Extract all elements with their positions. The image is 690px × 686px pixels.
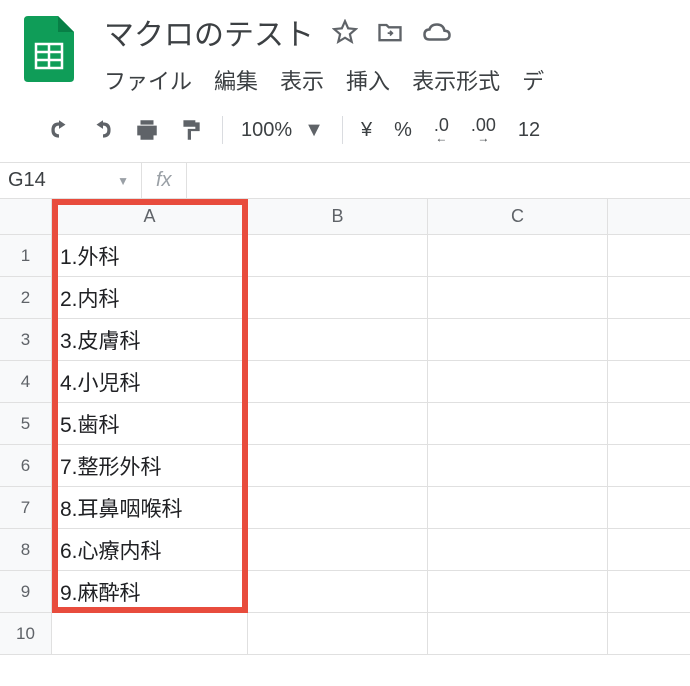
cell[interactable] xyxy=(428,403,608,444)
cell[interactable] xyxy=(52,613,248,654)
cell[interactable] xyxy=(428,529,608,570)
grid-row: 78.耳鼻咽喉科 xyxy=(0,487,690,529)
row-header[interactable]: 7 xyxy=(0,487,52,528)
cloud-status-icon[interactable] xyxy=(422,17,452,47)
cell[interactable]: 5.歯科 xyxy=(52,403,248,444)
grid-row: 11.外科 xyxy=(0,235,690,277)
header: マクロのテスト ファイル 編集 表示 挿入 xyxy=(0,0,690,96)
star-icon[interactable] xyxy=(332,19,358,45)
menu-format[interactable]: 表示形式 xyxy=(412,64,500,96)
currency-button[interactable]: ¥ xyxy=(361,119,372,142)
toolbar-extra[interactable]: 12 xyxy=(518,119,540,142)
menu-view[interactable]: 表示 xyxy=(280,64,324,96)
cell[interactable]: 4.小児科 xyxy=(52,361,248,402)
number-format-group: ¥ % .0 ← .00 → 12 xyxy=(361,116,540,144)
grid-row: 44.小児科 xyxy=(0,361,690,403)
cell[interactable] xyxy=(248,277,428,318)
row-header[interactable]: 9 xyxy=(0,571,52,612)
cell[interactable]: 3.皮膚科 xyxy=(52,319,248,360)
fx-label: fx xyxy=(142,163,187,198)
cell[interactable] xyxy=(248,361,428,402)
zoom-control[interactable]: 100% ▼ xyxy=(241,119,324,142)
menu-file[interactable]: ファイル xyxy=(104,64,192,96)
cell[interactable] xyxy=(248,571,428,612)
spreadsheet-grid: A B C 11.外科22.内科33.皮膚科44.小児科55.歯科67.整形外科… xyxy=(0,199,690,655)
cell[interactable]: 9.麻酔科 xyxy=(52,571,248,612)
sheets-logo-icon[interactable] xyxy=(24,16,74,82)
cell[interactable] xyxy=(428,613,608,654)
undo-icon[interactable] xyxy=(46,117,72,143)
cell[interactable] xyxy=(248,445,428,486)
toolbar: 100% ▼ ¥ % .0 ← .00 → 12 xyxy=(0,96,690,163)
percent-button[interactable]: % xyxy=(394,119,412,142)
cell[interactable] xyxy=(248,613,428,654)
grid-row: 67.整形外科 xyxy=(0,445,690,487)
arrow-left-icon: ← xyxy=(435,134,447,144)
cell[interactable] xyxy=(428,235,608,276)
column-header-a[interactable]: A xyxy=(52,199,248,234)
decrease-decimal-button[interactable]: .0 ← xyxy=(434,116,449,144)
cell[interactable]: 8.耳鼻咽喉科 xyxy=(52,487,248,528)
row-header[interactable]: 1 xyxy=(0,235,52,276)
cell[interactable]: 1.外科 xyxy=(52,235,248,276)
cell[interactable]: 2.内科 xyxy=(52,277,248,318)
title-row: マクロのテスト xyxy=(104,10,676,54)
column-headers: A B C xyxy=(0,199,690,235)
toolbar-divider xyxy=(222,116,223,144)
grid-row: 99.麻酔科 xyxy=(0,571,690,613)
grid-row: 10 xyxy=(0,613,690,655)
cell[interactable] xyxy=(428,487,608,528)
toolbar-divider xyxy=(342,116,343,144)
cell[interactable] xyxy=(248,403,428,444)
menu-bar: ファイル 編集 表示 挿入 表示形式 デ xyxy=(104,64,676,96)
row-header[interactable]: 5 xyxy=(0,403,52,444)
title-area: マクロのテスト ファイル 編集 表示 挿入 xyxy=(104,10,676,96)
caret-down-icon: ▼ xyxy=(117,174,129,188)
menu-edit[interactable]: 編集 xyxy=(214,64,258,96)
grid-row: 33.皮膚科 xyxy=(0,319,690,361)
print-icon[interactable] xyxy=(134,117,160,143)
menu-extra[interactable]: デ xyxy=(522,64,544,96)
row-header[interactable]: 3 xyxy=(0,319,52,360)
redo-icon[interactable] xyxy=(90,117,116,143)
select-all-corner[interactable] xyxy=(0,199,52,234)
cell[interactable] xyxy=(248,235,428,276)
cell[interactable]: 6.心療内科 xyxy=(52,529,248,570)
cell[interactable] xyxy=(248,487,428,528)
row-header[interactable]: 10 xyxy=(0,613,52,654)
grid-row: 86.心療内科 xyxy=(0,529,690,571)
row-header[interactable]: 8 xyxy=(0,529,52,570)
increase-decimal-button[interactable]: .00 → xyxy=(471,116,496,144)
paint-format-icon[interactable] xyxy=(178,117,204,143)
cell[interactable] xyxy=(248,529,428,570)
caret-down-icon: ▼ xyxy=(304,119,324,142)
formula-bar[interactable] xyxy=(187,163,690,198)
row-header[interactable]: 2 xyxy=(0,277,52,318)
menu-insert[interactable]: 挿入 xyxy=(346,64,390,96)
grid-row: 22.内科 xyxy=(0,277,690,319)
cell[interactable] xyxy=(428,571,608,612)
cell[interactable] xyxy=(248,319,428,360)
column-header-b[interactable]: B xyxy=(248,199,428,234)
cell[interactable] xyxy=(428,319,608,360)
zoom-value: 100% xyxy=(241,119,292,142)
row-header[interactable]: 6 xyxy=(0,445,52,486)
cell[interactable] xyxy=(428,277,608,318)
cell[interactable] xyxy=(428,445,608,486)
document-title[interactable]: マクロのテスト xyxy=(104,10,314,54)
cell[interactable] xyxy=(428,361,608,402)
name-box[interactable]: G14 ▼ xyxy=(0,163,142,198)
namebox-row: G14 ▼ fx xyxy=(0,163,690,199)
cell[interactable]: 7.整形外科 xyxy=(52,445,248,486)
name-box-value: G14 xyxy=(8,169,46,192)
row-header[interactable]: 4 xyxy=(0,361,52,402)
grid-row: 55.歯科 xyxy=(0,403,690,445)
move-folder-icon[interactable] xyxy=(376,18,404,46)
column-header-c[interactable]: C xyxy=(428,199,608,234)
grid-body: 11.外科22.内科33.皮膚科44.小児科55.歯科67.整形外科78.耳鼻咽… xyxy=(0,235,690,655)
arrow-right-icon: → xyxy=(477,134,489,144)
